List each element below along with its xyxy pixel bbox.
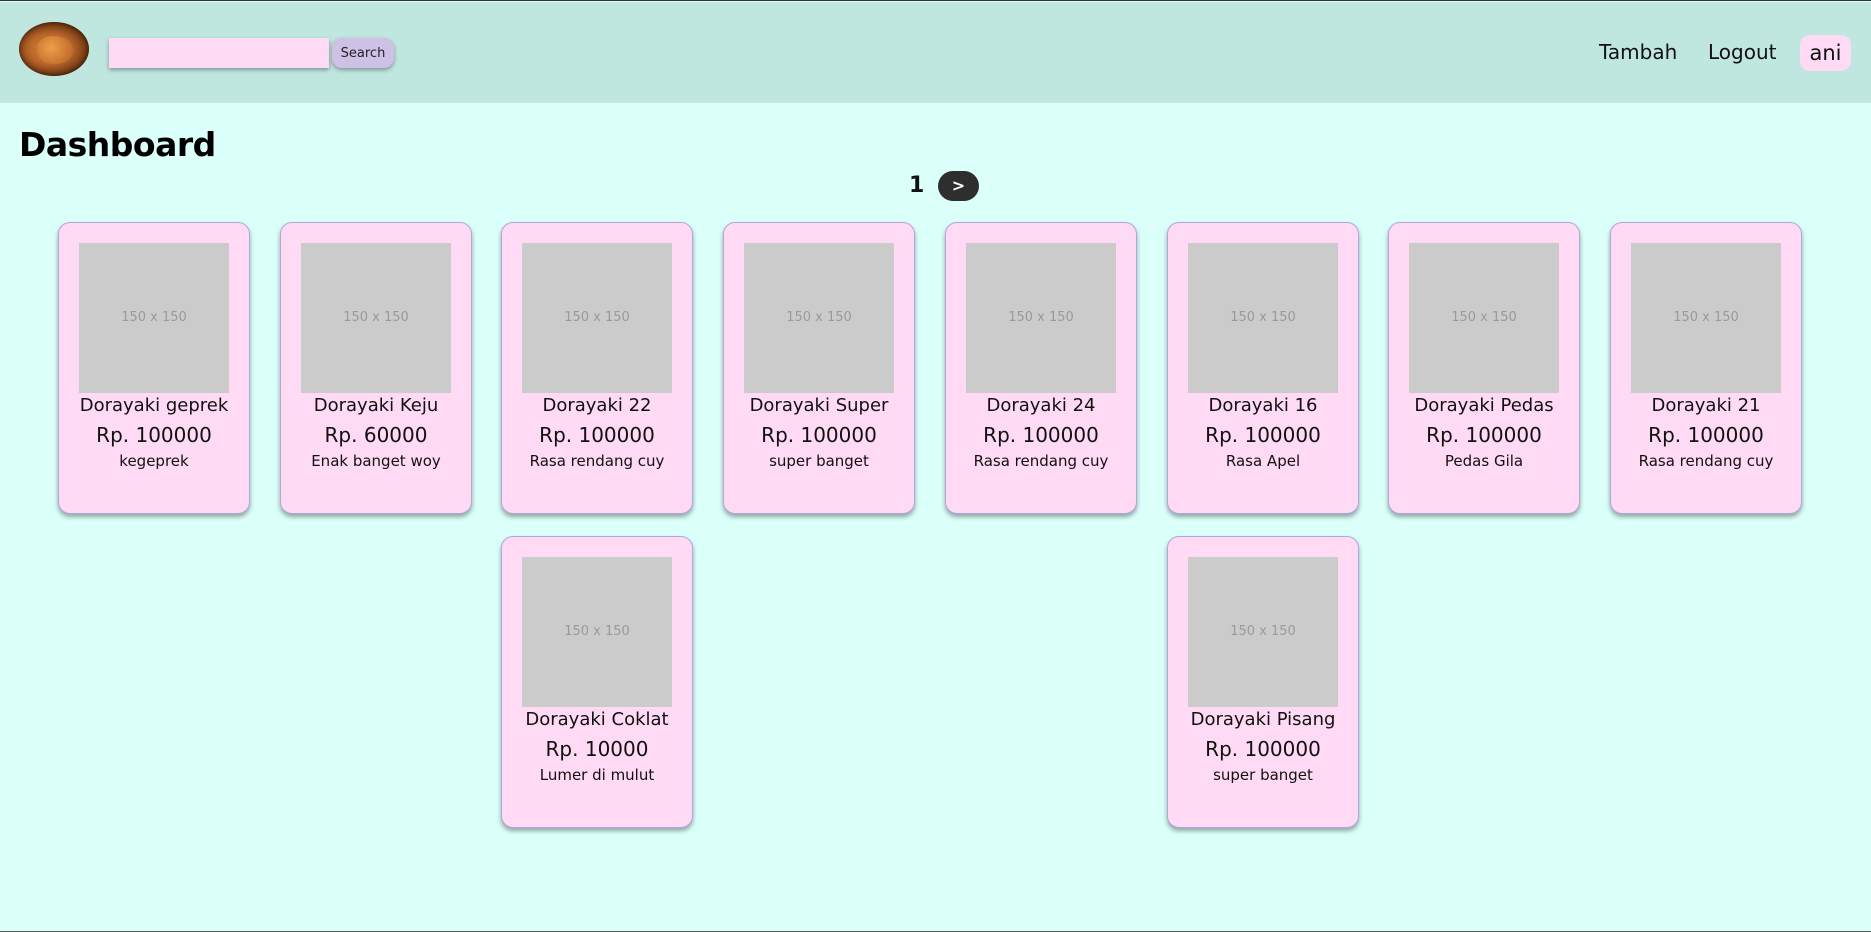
- product-price: Rp. 100000: [539, 423, 655, 447]
- navbar: Search Tambah Logout ani: [0, 2, 1871, 103]
- product-price: Rp. 100000: [1205, 423, 1321, 447]
- product-image-placeholder: 150 x 150: [301, 243, 451, 393]
- product-image-placeholder: 150 x 150: [79, 243, 229, 393]
- product-card[interactable]: 150 x 150 Dorayaki Coklat Rp. 10000 Lume…: [501, 536, 693, 828]
- product-price: Rp. 60000: [324, 423, 428, 447]
- product-name: Dorayaki Keju: [313, 395, 439, 416]
- product-price: Rp. 100000: [761, 423, 877, 447]
- product-description: Rasa rendang cuy: [529, 452, 665, 470]
- product-image-placeholder: 150 x 150: [744, 243, 894, 393]
- product-price: Rp. 100000: [1648, 423, 1764, 447]
- product-price: Rp. 100000: [983, 423, 1099, 447]
- product-image-placeholder: 150 x 150: [1188, 557, 1338, 707]
- user-profile-chip[interactable]: ani: [1800, 35, 1851, 71]
- product-image-placeholder: 150 x 150: [1188, 243, 1338, 393]
- product-card[interactable]: 150 x 150 Dorayaki 21 Rp. 100000 Rasa re…: [1610, 222, 1802, 514]
- product-description: Rasa rendang cuy: [973, 452, 1109, 470]
- product-image-placeholder: 150 x 150: [522, 557, 672, 707]
- product-name: Dorayaki Pisang: [1190, 709, 1336, 730]
- product-image-placeholder: 150 x 150: [966, 243, 1116, 393]
- product-image-placeholder: 150 x 150: [1631, 243, 1781, 393]
- search-button[interactable]: Search: [332, 38, 394, 68]
- product-name: Dorayaki Pedas: [1414, 395, 1554, 416]
- product-card[interactable]: 150 x 150 Dorayaki 16 Rp. 100000 Rasa Ap…: [1167, 222, 1359, 514]
- product-card[interactable]: 150 x 150 Dorayaki 22 Rp. 100000 Rasa re…: [501, 222, 693, 514]
- current-page-number: 1: [909, 173, 925, 198]
- product-name: Dorayaki Coklat: [525, 709, 669, 730]
- product-name: Dorayaki geprek: [79, 395, 229, 416]
- product-name: Dorayaki 16: [1208, 395, 1318, 416]
- product-price: Rp. 100000: [96, 423, 212, 447]
- product-price: Rp. 100000: [1426, 423, 1542, 447]
- product-description: kegeprek: [119, 452, 189, 470]
- product-card[interactable]: 150 x 150 Dorayaki Keju Rp. 60000 Enak b…: [280, 222, 472, 514]
- next-page-button[interactable]: >: [938, 171, 979, 201]
- product-description: Rasa rendang cuy: [1638, 452, 1774, 470]
- product-name: Dorayaki 22: [542, 395, 652, 416]
- product-image-placeholder: 150 x 150: [1409, 243, 1559, 393]
- nav-add-link[interactable]: Tambah: [1599, 40, 1677, 64]
- product-name: Dorayaki Super: [749, 395, 889, 416]
- product-description: Lumer di mulut: [539, 766, 655, 784]
- page-title: Dashboard: [19, 125, 216, 164]
- product-card[interactable]: 150 x 150 Dorayaki Super Rp. 100000 supe…: [723, 222, 915, 514]
- product-name: Dorayaki 21: [1651, 395, 1761, 416]
- product-price: Rp. 10000: [545, 737, 649, 761]
- product-card[interactable]: 150 x 150 Dorayaki Pedas Rp. 100000 Peda…: [1388, 222, 1580, 514]
- product-name: Dorayaki 24: [986, 395, 1096, 416]
- product-description: super banget: [1213, 766, 1313, 784]
- product-card[interactable]: 150 x 150 Dorayaki Pisang Rp. 100000 sup…: [1167, 536, 1359, 828]
- product-description: Enak banget woy: [311, 452, 441, 470]
- product-description: Rasa Apel: [1225, 452, 1301, 470]
- product-description: super banget: [769, 452, 869, 470]
- product-card[interactable]: 150 x 150 Dorayaki 24 Rp. 100000 Rasa re…: [945, 222, 1137, 514]
- search-input[interactable]: [109, 38, 329, 68]
- product-image-placeholder: 150 x 150: [522, 243, 672, 393]
- product-price: Rp. 100000: [1205, 737, 1321, 761]
- product-card[interactable]: 150 x 150 Dorayaki geprek Rp. 100000 keg…: [58, 222, 250, 514]
- product-description: Pedas Gila: [1444, 452, 1524, 470]
- nav-logout-link[interactable]: Logout: [1708, 40, 1776, 64]
- logo-image[interactable]: [19, 22, 89, 76]
